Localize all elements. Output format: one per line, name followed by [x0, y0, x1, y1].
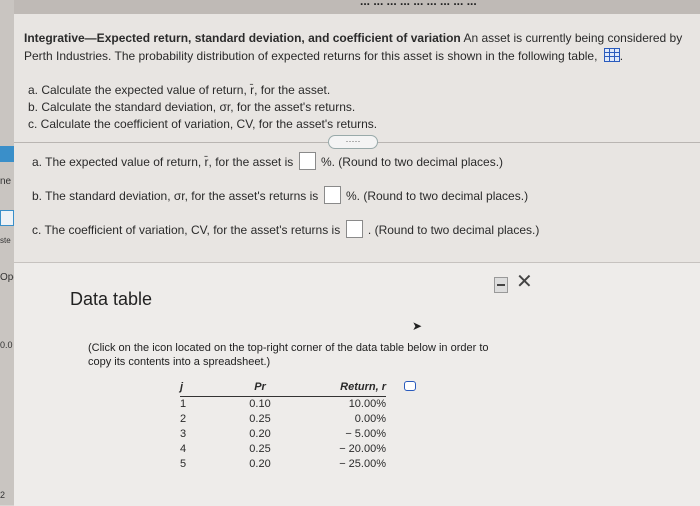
cell-pr-3: 0.20: [249, 428, 271, 440]
col-return: Return, r 10.00% 0.00% − 5.00% − 20.00% …: [310, 381, 386, 472]
modal-title: Data table: [70, 289, 153, 309]
data-table-icon[interactable]: [603, 48, 620, 62]
part-b: b. Calculate the standard deviation, σr,…: [28, 100, 356, 114]
cell-j-3: 3: [180, 428, 187, 440]
copy-to-spreadsheet-icon[interactable]: [404, 381, 416, 391]
cell-j-4: 4: [180, 443, 187, 455]
left-item-2: ste: [0, 236, 11, 245]
left-panel: ne ste Ope 0.0 2: [0, 0, 19, 505]
cell-j-2: 2: [180, 413, 187, 425]
part-a: a. Calculate the expected value of retur…: [28, 83, 331, 97]
question-parts: a. Calculate the expected value of retur…: [28, 82, 377, 133]
part-c: c. Calculate the coefficient of variatio…: [28, 117, 378, 131]
answer-b-prefix: b. The standard deviation, σr, for the a…: [32, 189, 319, 203]
answer-a-prefix: a. The expected value of return, r̄, for…: [32, 155, 294, 169]
left-item-4: 0.0: [0, 340, 13, 350]
answer-a: a. The expected value of return, r̄, for…: [32, 152, 503, 170]
cell-return-3: − 5.00%: [345, 428, 386, 440]
answer-b-input[interactable]: [323, 186, 341, 204]
question-text: Integrative—Expected return, standard de…: [24, 31, 683, 63]
copy-instruction: (Click on the icon located on the top-ri…: [88, 342, 489, 368]
data-table-modal: Data table ✕ ➤ (Click on the icon locate…: [14, 262, 700, 506]
left-item-1: ne: [0, 176, 12, 187]
left-blue-marker: [0, 146, 14, 162]
answer-c-suffix: . (Round to two decimal places.): [367, 223, 540, 237]
col-j: j 1 2 3 4 5: [180, 381, 210, 472]
cell-pr-1: 0.10: [249, 398, 271, 410]
cell-return-4: − 20.00%: [339, 443, 386, 455]
question-title: Integrative—Expected return, standard de…: [24, 31, 461, 45]
answer-c: c. The coefficient of variation, CV, for…: [32, 220, 539, 238]
left-bottom-number: 2: [0, 490, 6, 500]
header-j: j: [180, 381, 210, 397]
col-pr: Pr 0.10 0.25 0.20 0.25 0.20: [210, 381, 310, 472]
cell-pr-4: 0.25: [249, 443, 271, 455]
answer-a-input[interactable]: [298, 152, 316, 170]
cell-j-1: 1: [180, 398, 187, 410]
cell-j-5: 5: [180, 458, 187, 470]
mouse-cursor-icon: ➤: [412, 319, 423, 333]
answer-c-input[interactable]: [345, 220, 363, 238]
question-panel: Integrative—Expected return, standard de…: [14, 14, 700, 264]
left-input-box[interactable]: [0, 210, 14, 226]
answer-a-suffix: %. (Round to two decimal places.): [320, 155, 504, 169]
close-button[interactable]: ✕: [516, 272, 533, 292]
cell-return-5: − 25.00%: [339, 458, 386, 470]
header-pr: Pr: [210, 381, 310, 397]
cell-pr-5: 0.20: [249, 458, 271, 470]
answer-b-suffix: %. (Round to two decimal places.): [345, 189, 529, 203]
minimize-button[interactable]: [494, 277, 508, 293]
top-cut-text: ... ... ... ... ... ... ... ... ...: [360, 0, 477, 8]
top-strip: ... ... ... ... ... ... ... ... ...: [0, 0, 700, 14]
answer-c-prefix: c. The coefficient of variation, CV, for…: [32, 223, 341, 237]
cell-return-2: 0.00%: [354, 413, 386, 425]
more-dots-button[interactable]: ·····: [328, 135, 378, 149]
cell-pr-2: 0.25: [249, 413, 271, 425]
cell-return-1: 10.00%: [348, 398, 386, 410]
header-return: Return, r: [310, 381, 386, 397]
answer-b: b. The standard deviation, σr, for the a…: [32, 186, 528, 204]
